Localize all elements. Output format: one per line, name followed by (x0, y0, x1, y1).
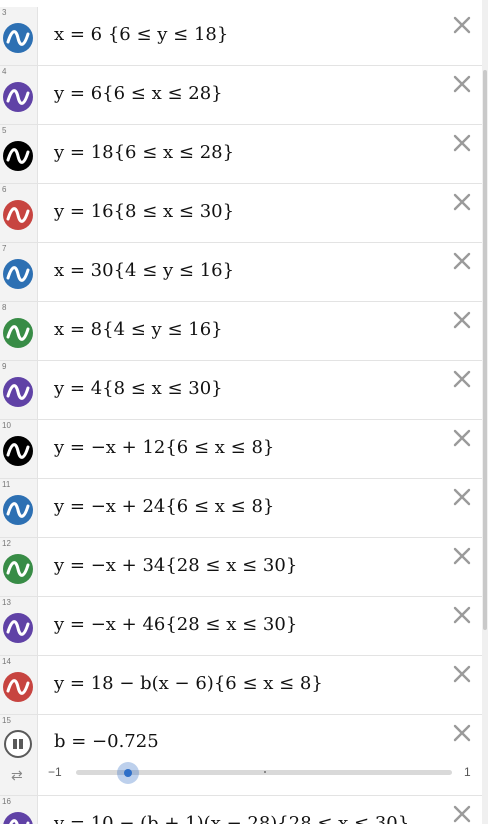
slider-handle[interactable] (116, 762, 139, 784)
wave-icon[interactable] (3, 613, 33, 643)
expression-number: 12 (2, 539, 11, 548)
expression-gutter: 4 (0, 66, 38, 124)
close-icon[interactable] (452, 546, 472, 566)
expression-row[interactable]: 3 x = 6 {6 ≤ y ≤ 18} (0, 7, 482, 66)
expression-row[interactable]: 9 y = 4{8 ≤ x ≤ 30} (0, 361, 482, 420)
expression-gutter: 15 ⇄ (0, 715, 38, 795)
expression-input[interactable]: y = −x + 12{6 ≤ x ≤ 8} (54, 437, 274, 458)
expression-input[interactable]: y = 18{6 ≤ x ≤ 28} (54, 142, 234, 163)
expression-row[interactable]: 12 y = −x + 34{28 ≤ x ≤ 30} (0, 538, 482, 597)
expression-input[interactable]: x = 30{4 ≤ y ≤ 16} (54, 260, 234, 281)
expression-row[interactable]: 7 x = 30{4 ≤ y ≤ 16} (0, 243, 482, 302)
expression-input[interactable]: y = 4{8 ≤ x ≤ 30} (54, 378, 223, 399)
expression-gutter: 5 (0, 125, 38, 183)
scrollbar-thumb[interactable] (483, 70, 487, 630)
expression-number: 6 (2, 185, 7, 194)
close-icon[interactable] (452, 664, 472, 684)
expression-row[interactable]: 14 y = 18 − b(x − 6){6 ≤ x ≤ 8} (0, 656, 482, 715)
close-icon[interactable] (452, 369, 472, 389)
expression-input[interactable]: y = 6{6 ≤ x ≤ 28} (54, 83, 223, 104)
expression-number: 4 (2, 67, 7, 76)
close-icon[interactable] (452, 251, 472, 271)
close-icon[interactable] (452, 133, 472, 153)
close-icon[interactable] (452, 74, 472, 94)
expression-input[interactable]: y = 18 − b(x − 6){6 ≤ x ≤ 8} (54, 673, 323, 694)
expression-number: 8 (2, 303, 7, 312)
expression-row[interactable]: 13 y = −x + 46{28 ≤ x ≤ 30} (0, 597, 482, 656)
expression-input[interactable]: y = −x + 24{6 ≤ x ≤ 8} (54, 496, 274, 517)
loop-icon[interactable]: ⇄ (11, 767, 23, 784)
expression-row[interactable]: 8 x = 8{4 ≤ y ≤ 16} (0, 302, 482, 361)
expression-number: 3 (2, 8, 7, 17)
expression-number: 14 (2, 657, 11, 666)
close-icon[interactable] (452, 310, 472, 330)
expression-input[interactable]: y = −x + 34{28 ≤ x ≤ 30} (54, 555, 297, 576)
expression-row[interactable]: 4 y = 6{6 ≤ x ≤ 28} (0, 66, 482, 125)
wave-icon[interactable] (3, 82, 33, 112)
wave-icon[interactable] (3, 23, 33, 53)
wave-icon[interactable] (3, 812, 33, 824)
scrollbar[interactable] (482, 0, 488, 824)
expression-gutter: 13 (0, 597, 38, 655)
close-icon[interactable] (452, 804, 472, 824)
wave-icon[interactable] (3, 377, 33, 407)
expression-number: 13 (2, 598, 11, 607)
expression-gutter: 16 (0, 796, 38, 824)
expression-gutter: 10 (0, 420, 38, 478)
wave-icon[interactable] (3, 436, 33, 466)
slider-max-label[interactable]: 1 (464, 765, 471, 779)
wave-icon[interactable] (3, 318, 33, 348)
wave-icon[interactable] (3, 554, 33, 584)
close-icon[interactable] (452, 487, 472, 507)
expression-row[interactable]: 6 y = 16{8 ≤ x ≤ 30} (0, 184, 482, 243)
expression-number: 10 (2, 421, 11, 430)
close-icon[interactable] (452, 605, 472, 625)
expression-number: 16 (2, 797, 11, 806)
expression-number: 5 (2, 126, 7, 135)
expression-input[interactable]: y = 10 − (b + 1)(x − 28){28 ≤ x ≤ 30} (54, 813, 409, 824)
wave-icon[interactable] (3, 141, 33, 171)
expression-number: 15 (2, 716, 11, 725)
expression-gutter: 6 (0, 184, 38, 242)
close-icon[interactable] (452, 192, 472, 212)
wave-icon[interactable] (3, 672, 33, 702)
expression-gutter: 8 (0, 302, 38, 360)
expression-input[interactable]: b = −0.725 (54, 731, 159, 752)
expression-gutter: 14 (0, 656, 38, 714)
close-icon[interactable] (452, 428, 472, 448)
expression-row[interactable]: 11 y = −x + 24{6 ≤ x ≤ 8} (0, 479, 482, 538)
wave-icon[interactable] (3, 495, 33, 525)
expression-list: 3 x = 6 {6 ≤ y ≤ 18} 4 y = 6{6 ≤ x ≤ 28} 5 y … (0, 0, 482, 824)
expression-row[interactable]: 10 y = −x + 12{6 ≤ x ≤ 8} (0, 420, 482, 479)
expression-row[interactable]: 16 y = 10 − (b + 1)(x − 28){28 ≤ x ≤ 30} (0, 796, 482, 824)
expression-input[interactable]: x = 8{4 ≤ y ≤ 16} (54, 319, 223, 340)
expression-number: 9 (2, 362, 7, 371)
close-icon[interactable] (452, 15, 472, 35)
expression-gutter: 9 (0, 361, 38, 419)
expression-gutter: 12 (0, 538, 38, 596)
expression-gutter: 7 (0, 243, 38, 301)
expression-input[interactable]: y = 16{8 ≤ x ≤ 30} (54, 201, 234, 222)
wave-icon[interactable] (3, 200, 33, 230)
wave-icon[interactable] (3, 259, 33, 289)
slider-min-label[interactable]: −1 (48, 765, 62, 779)
expression-gutter: 3 (0, 7, 38, 65)
expression-row[interactable]: 5 y = 18{6 ≤ x ≤ 28} (0, 125, 482, 184)
close-icon[interactable] (452, 723, 472, 743)
pause-icon[interactable] (4, 730, 32, 758)
expression-number: 7 (2, 244, 7, 253)
expression-number: 11 (2, 480, 11, 489)
expression-input[interactable]: y = −x + 46{28 ≤ x ≤ 30} (54, 614, 297, 635)
expression-input[interactable]: x = 6 {6 ≤ y ≤ 18} (54, 24, 228, 45)
slider-zero-tick (264, 771, 266, 773)
expression-gutter: 11 (0, 479, 38, 537)
slider-row[interactable]: 15 ⇄ b = −0.725 −1 1 (0, 715, 482, 796)
